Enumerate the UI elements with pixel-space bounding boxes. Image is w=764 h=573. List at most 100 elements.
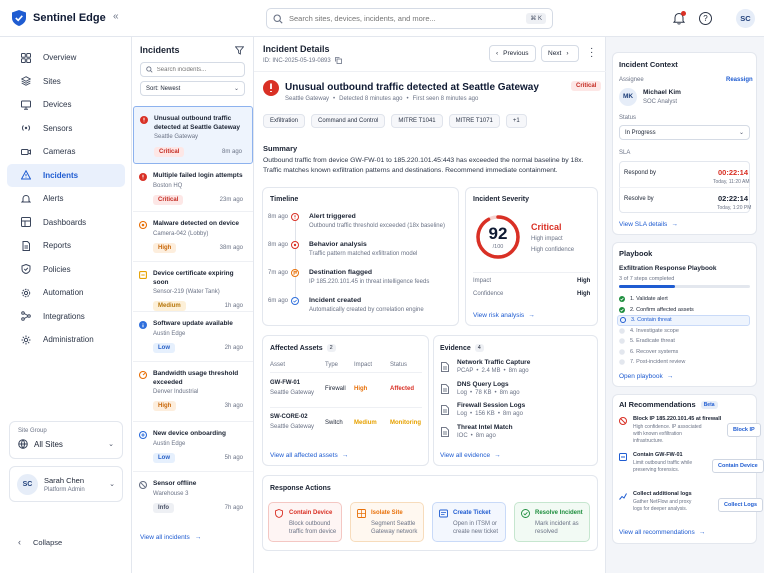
playbook-step[interactable]: 6. Recover systems [619, 347, 750, 358]
collect-logs-button[interactable]: Collect Logs [718, 498, 764, 512]
status-select[interactable]: In Progress ⌄ [619, 125, 750, 140]
severity-badge: Medium [153, 301, 186, 311]
app-logo[interactable]: Sentinel Edge [12, 10, 106, 26]
previous-button[interactable]: ‹ Previous [489, 45, 536, 62]
playbook-step[interactable]: 5. Eradicate threat [619, 336, 750, 347]
sidebar-item-alerts[interactable]: Alerts [7, 187, 125, 211]
resolve-incident-action[interactable]: Resolve Incident Mark incident as resolv… [514, 502, 590, 542]
incident-item[interactable]: Malware detected on device Camera-042 (L… [133, 212, 253, 262]
sidebar-item-reports[interactable]: Reports [7, 234, 125, 258]
incident-title: Multiple failed login attempts [153, 172, 243, 179]
incidents-search[interactable] [140, 62, 245, 77]
block-ip-button[interactable]: Block IP [727, 423, 761, 437]
sidebar-item-sensors[interactable]: Sensors [7, 117, 125, 141]
view-all-incidents-link[interactable]: View all incidents → [140, 534, 201, 541]
more-options-icon[interactable]: · · · [590, 44, 593, 62]
sidebar-item-policies[interactable]: Policies [7, 258, 125, 282]
search-box[interactable]: ⌘ K [266, 8, 553, 29]
collapse-button[interactable]: ‹ Collapse [18, 537, 62, 547]
open-playbook-link[interactable]: Open playbook → [619, 373, 673, 380]
sidebar-item-overview[interactable]: Overview [7, 46, 125, 70]
tag[interactable]: Exfiltration [263, 114, 306, 128]
status-value: In Progress [625, 129, 656, 136]
evidence-item[interactable]: Network Traffic Capture PCAP • 2.4 MB • 8m a… [441, 359, 591, 381]
col-impact: Impact [354, 362, 373, 368]
incident-item[interactable]: Bandwidth usage threshold exceeded Denve… [133, 362, 253, 422]
user-profile-card[interactable]: SC Sarah Chen Platform Admin ⌄ [9, 466, 123, 502]
view-risk-link[interactable]: View risk analysis → [473, 312, 535, 319]
sidebar-item-devices[interactable]: Devices [7, 93, 125, 117]
sidebar-item-sites[interactable]: Sites [7, 70, 125, 94]
asset-row[interactable]: GW-FW-01 Seattle Gateway Firewall High A… [270, 380, 422, 404]
sidebar-item-dashboards[interactable]: Dashboards [7, 211, 125, 235]
help-button[interactable]: ? [699, 12, 712, 25]
playbook-progress-text: 3 of 7 steps completed [619, 276, 675, 282]
tag[interactable]: MITRE T1041 [391, 114, 443, 128]
contain-device-button[interactable]: Contain Device [712, 459, 764, 473]
evidence-title: DNS Query Logs [457, 380, 509, 388]
collapse-sidebar-icon[interactable]: « [113, 11, 119, 22]
view-assets-link[interactable]: View all affected assets → [270, 452, 348, 459]
incident-item-selected[interactable]: Unusual outbound traffic detected at Sea… [133, 106, 253, 164]
view-sla-link[interactable]: View SLA details → [619, 221, 678, 228]
sort-select[interactable]: Sort: Newest ⌄ [140, 81, 245, 96]
evidence-item[interactable]: Threat Intel Match IOC • 8m ago [441, 424, 591, 446]
user-avatar[interactable]: SC [736, 9, 755, 28]
playbook-step[interactable]: 2. Confirm affected assets [619, 305, 750, 316]
tag[interactable]: +1 [505, 114, 527, 128]
view-evidence-link[interactable]: View all evidence → [440, 452, 501, 459]
rec-desc: Gather NetFlow and proxy logs for deeper… [633, 499, 692, 512]
sidebar-item-administration[interactable]: Administration [7, 328, 125, 352]
playbook-step[interactable]: 4. Investigate scope [619, 326, 750, 337]
evidence-item[interactable]: DNS Query Logs Log • 78 KB • 8m ago [441, 381, 591, 403]
copy-icon[interactable] [334, 57, 342, 64]
notifications-button[interactable] [673, 11, 686, 25]
signal-icon [21, 125, 31, 132]
severity-badge: Low [153, 342, 175, 353]
sidebar-item-cameras[interactable]: Cameras [7, 140, 125, 164]
impact-value: High [577, 278, 591, 284]
sidebar-item-integrations[interactable]: Integrations [7, 305, 125, 329]
site-group-selector[interactable]: Site Group All Sites ⌄ [9, 421, 123, 459]
evidence-type: Log [457, 411, 468, 417]
tag[interactable]: Command and Control [311, 114, 386, 128]
event-desc: Traffic pattern matched exfiltration mod… [309, 251, 418, 257]
sidebar-item-incidents[interactable]: Incidents [7, 163, 125, 187]
isolate-site-action[interactable]: Isolate Site Segment Seattle Gateway net… [350, 502, 424, 542]
reassign-link[interactable]: Reassign [726, 77, 753, 83]
incident-site: Denver Industrial [153, 389, 199, 395]
view-recommendations-link[interactable]: View all recommendations → [619, 529, 705, 536]
incidents-search-input[interactable] [156, 66, 239, 73]
previous-label: Previous [503, 50, 529, 57]
asset-row[interactable]: SW-CORE-02 Seattle Gateway Switch Medium… [270, 414, 422, 438]
search-shortcut: ⌘ K [526, 13, 546, 24]
incident-site: Warehouse 3 [153, 490, 189, 497]
incident-item[interactable]: Device certificate expiring soon Sensor-… [133, 262, 253, 312]
playbook-step-current[interactable]: 3. Contain threat [617, 315, 750, 326]
search-input[interactable] [289, 14, 514, 23]
sidebar-item-label: Alerts [43, 194, 64, 204]
evidence-item[interactable]: Firewall Session Logs Log • 156 KB • 8m ago [441, 402, 591, 424]
contain-device-action[interactable]: Contain Device Block outbound traffic fr… [268, 502, 342, 542]
block-icon [619, 417, 627, 425]
action-title: Contain Device [289, 510, 333, 516]
incident-title: Software update available [153, 320, 233, 327]
rec-title: Block IP 185.220.101.45 at firewall [633, 416, 722, 422]
filter-icon[interactable] [235, 46, 244, 55]
file-icon [441, 383, 449, 394]
playbook-step[interactable]: 7. Post-incident review [619, 357, 750, 368]
playbook-step[interactable]: 1. Validate alert [619, 294, 750, 305]
incident-item[interactable]: Sensor offline Warehouse 3 Info 7h ago [133, 472, 253, 522]
sidebar-item-label: Administration [43, 335, 94, 345]
check-circle-icon [619, 296, 625, 303]
incident-item[interactable]: Multiple failed login attempts Boston HQ… [133, 164, 253, 212]
tag[interactable]: MITRE T1071 [448, 114, 500, 128]
sidebar-item-label: Sensors [43, 123, 73, 133]
shield-logo-icon [12, 10, 26, 26]
sidebar-item-automation[interactable]: Automation [7, 281, 125, 305]
incident-item[interactable]: Software update available Austin Edge Lo… [133, 312, 253, 362]
asset-name: SW-CORE-02 [270, 414, 308, 420]
create-ticket-action[interactable]: Create Ticket Open in ITSM or create new… [432, 502, 506, 542]
next-button[interactable]: Next › [541, 45, 579, 62]
incident-item[interactable]: New device onboarding Austin Edge Low 5h … [133, 422, 253, 472]
